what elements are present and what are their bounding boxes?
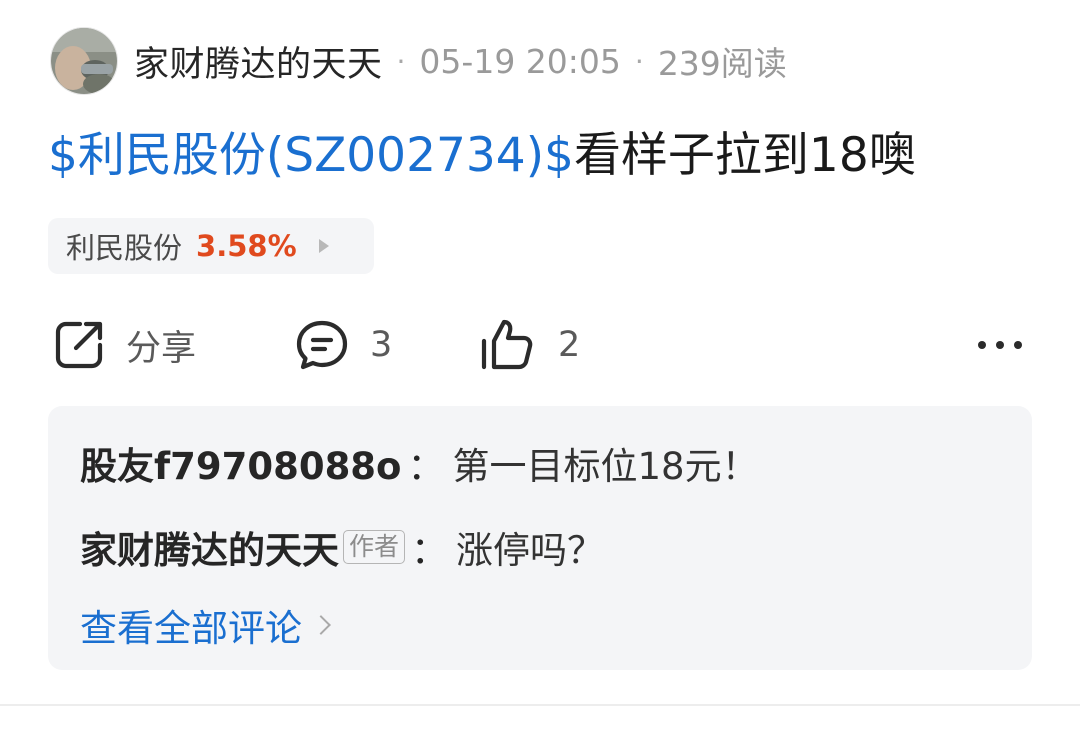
author-badge: 作者 (343, 530, 406, 564)
stock-chip-name: 利民股份 (66, 231, 183, 265)
comment-item[interactable]: 家财腾达的天天 作者 ： 涨停吗？ (80, 520, 604, 574)
author-name[interactable]: 家财腾达的天天 (134, 36, 383, 87)
stock-chip[interactable]: 利民股份 3.58% (48, 218, 374, 274)
post-content: $利民股份(SZ002734)$看样子拉到18噢 (48, 124, 916, 188)
more-button[interactable] (976, 310, 1024, 380)
share-button[interactable]: 分享 (52, 310, 196, 380)
action-bar: 分享 3 2 (0, 310, 1080, 380)
comment-user[interactable]: 家财腾达的天天 (80, 520, 339, 574)
avatar[interactable] (50, 27, 118, 95)
comment-button[interactable]: 3 (294, 310, 392, 380)
thumbs-up-icon (480, 317, 538, 373)
post-time: 05-19 20:05 (419, 41, 621, 81)
comment-colon: ： (407, 445, 445, 488)
post-header: 家财腾达的天天 · 05-19 20:05 · 239阅读 (50, 26, 787, 96)
comments-preview: 股友f79708088o ： 第一目标位18元！ 家财腾达的天天 作者 ： 涨停… (48, 406, 1032, 670)
chevron-right-icon (318, 239, 329, 253)
like-button[interactable]: 2 (480, 310, 580, 380)
stock-chip-change: 3.58% (196, 229, 297, 263)
comment-text: 涨停吗？ (456, 529, 605, 572)
share-label: 分享 (126, 328, 197, 369)
like-count: 2 (558, 325, 581, 365)
read-count: 239阅读 (657, 44, 787, 83)
comment-item[interactable]: 股友f79708088o ： 第一目标位18元！ (80, 436, 759, 490)
comment-icon (294, 317, 350, 373)
divider (0, 704, 1080, 706)
chevron-right-icon (311, 615, 331, 635)
comment-text: 第一目标位18元！ (452, 445, 759, 488)
meta-separator: · (396, 44, 406, 78)
comment-colon: ： (411, 529, 449, 572)
more-icon (976, 335, 1024, 355)
post-text: 看样子拉到18噢 (573, 128, 916, 183)
view-all-comments-link[interactable]: 查看全部评论 (80, 598, 331, 652)
share-icon (52, 318, 106, 372)
view-all-label: 查看全部评论 (80, 607, 302, 650)
comment-count: 3 (370, 325, 393, 365)
stock-tag-link[interactable]: $利民股份(SZ002734)$ (48, 128, 574, 183)
comment-user[interactable]: 股友f79708088o (80, 436, 401, 490)
meta-separator: · (634, 44, 644, 78)
